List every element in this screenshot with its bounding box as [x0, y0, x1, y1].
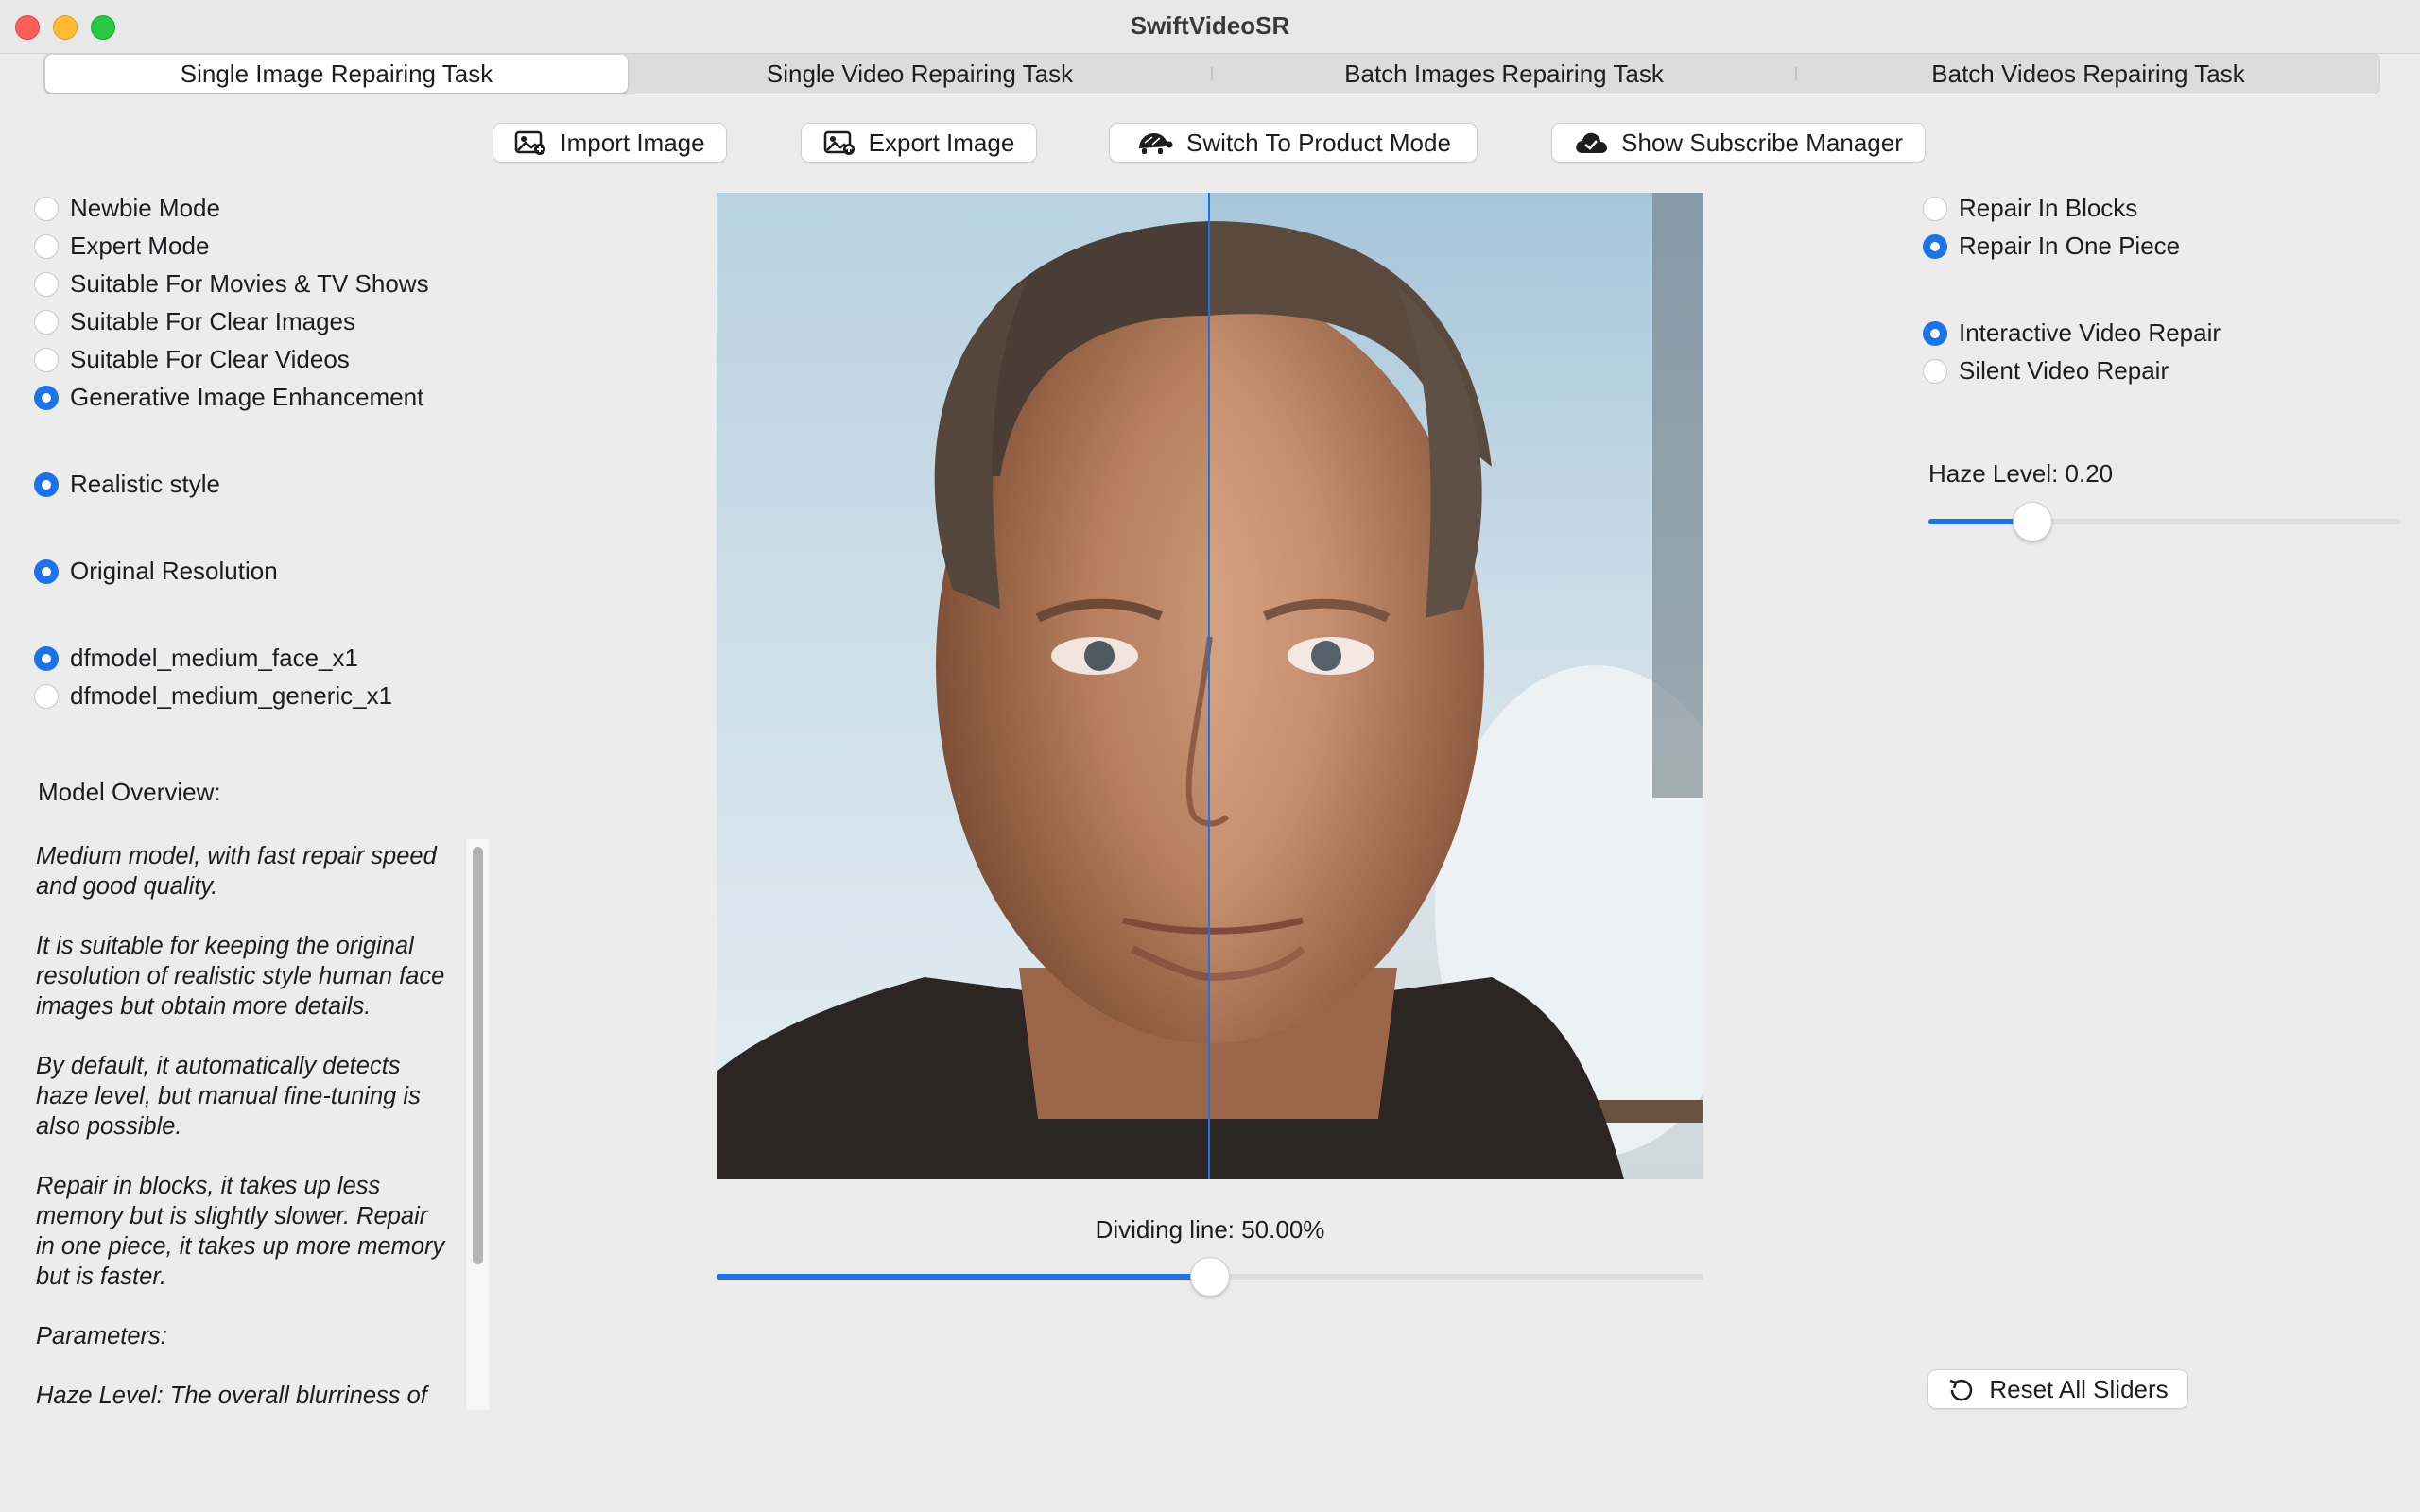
radio-indicator: [1923, 233, 1947, 259]
tab-batch-videos[interactable]: Batch Videos Repairing Task: [1797, 54, 2379, 94]
mode-label: Expert Mode: [70, 232, 210, 260]
repair-method-label: Repair In Blocks: [1959, 194, 2138, 222]
mode-radio-expert[interactable]: Expert Mode: [34, 232, 209, 261]
mode-radio-movies-tv[interactable]: Suitable For Movies & TV Shows: [34, 269, 429, 299]
repair-radio-one-piece[interactable]: Repair In One Piece: [1923, 232, 2180, 261]
radio-indicator: [34, 385, 59, 410]
tortoise-icon: [1139, 133, 1173, 154]
radio-indicator: [1923, 358, 1947, 384]
model-overview-heading: Model Overview:: [38, 778, 221, 806]
portrait-image: [717, 193, 1703, 1179]
mode-radio-newbie[interactable]: Newbie Mode: [34, 194, 220, 223]
mode-label: Newbie Mode: [70, 194, 220, 222]
overview-paragraph: By default, it automatically detects haz…: [36, 1053, 421, 1140]
model-overview-text: Medium model, with fast repair speed and…: [36, 839, 452, 1410]
resolution-radio-original[interactable]: Original Resolution: [34, 557, 278, 586]
overview-scrollbar[interactable]: [465, 839, 489, 1410]
image-export-icon: [823, 130, 855, 155]
switch-mode-label: Switch To Product Mode: [1186, 128, 1451, 157]
radio-indicator: [34, 347, 59, 372]
reset-label: Reset All Sliders: [1989, 1374, 2169, 1403]
switch-to-product-mode-button[interactable]: Switch To Product Mode: [1110, 124, 1477, 162]
style-label: Realistic style: [70, 470, 220, 498]
dividing-line-slider-fill: [717, 1274, 1210, 1280]
radio-indicator: [34, 645, 59, 671]
comparison-dividing-line[interactable]: [1208, 193, 1210, 1179]
model-label: dfmodel_medium_generic_x1: [70, 681, 393, 710]
tab-single-image[interactable]: Single Image Repairing Task: [45, 55, 628, 93]
repair-radio-blocks[interactable]: Repair In Blocks: [1923, 194, 2137, 223]
tab-single-video[interactable]: Single Video Repairing Task: [629, 54, 1211, 94]
haze-level-label: Haze Level: 0.20: [1928, 459, 2114, 488]
mode-label: Suitable For Movies & TV Shows: [70, 269, 429, 298]
window-title: SwiftVideoSR: [1130, 11, 1290, 40]
resolution-label: Original Resolution: [70, 557, 278, 585]
mode-radio-clear-images[interactable]: Suitable For Clear Images: [34, 307, 355, 336]
dividing-line-label: Dividing line: 50.00%: [1095, 1215, 1325, 1244]
dividing-line-slider-knob[interactable]: [1191, 1258, 1229, 1296]
reset-all-sliders-button[interactable]: Reset All Sliders: [1928, 1370, 2187, 1408]
app-window: SwiftVideoSR Single Image Repairing Task…: [0, 0, 2420, 1512]
mode-radio-clear-videos[interactable]: Suitable For Clear Videos: [34, 345, 350, 374]
show-subscribe-manager-button[interactable]: Show Subscribe Manager: [1552, 124, 1925, 162]
mode-label: Suitable For Clear Images: [70, 307, 356, 335]
mode-radio-generative-enhancement[interactable]: Generative Image Enhancement: [34, 383, 424, 412]
mode-label: Generative Image Enhancement: [70, 383, 424, 411]
overview-paragraph: It is suitable for keeping the original …: [36, 933, 445, 1020]
video-repair-radio-silent[interactable]: Silent Video Repair: [1923, 356, 2169, 386]
model-label: dfmodel_medium_face_x1: [70, 644, 358, 672]
export-image-button[interactable]: Export Image: [802, 124, 1036, 162]
export-image-label: Export Image: [868, 128, 1015, 157]
radio-indicator: [34, 558, 59, 584]
style-radio-realistic[interactable]: Realistic style: [34, 470, 220, 499]
radio-indicator: [1923, 320, 1947, 346]
task-tab-bar: Single Image Repairing Task Single Video…: [43, 53, 2380, 94]
title-bar: SwiftVideoSR: [0, 0, 2420, 54]
radio-indicator: [34, 233, 59, 259]
repair-method-label: Repair In One Piece: [1959, 232, 2181, 260]
radio-indicator: [34, 271, 59, 297]
overview-paragraph: Haze Level: The overall blurriness of: [36, 1383, 427, 1409]
radio-indicator: [34, 196, 59, 221]
video-repair-radio-interactive[interactable]: Interactive Video Repair: [1923, 318, 2221, 348]
overview-scroll-thumb[interactable]: [473, 847, 483, 1264]
haze-level-slider-knob[interactable]: [2014, 503, 2051, 541]
radio-indicator: [34, 309, 59, 335]
video-repair-label: Silent Video Repair: [1959, 356, 2169, 385]
import-image-label: Import Image: [560, 128, 705, 157]
radio-indicator: [34, 472, 59, 497]
import-image-button[interactable]: Import Image: [493, 124, 726, 162]
image-comparison-preview[interactable]: [717, 193, 1703, 1179]
reset-arrow-icon: [1949, 1379, 1973, 1401]
tab-batch-images[interactable]: Batch Images Repairing Task: [1213, 54, 1795, 94]
image-import-icon: [515, 130, 546, 155]
haze-level-slider[interactable]: [1928, 519, 2401, 524]
model-radio-generic[interactable]: dfmodel_medium_generic_x1: [34, 681, 392, 711]
subscribe-manager-label: Show Subscribe Manager: [1621, 128, 1903, 157]
overview-paragraph: Parameters:: [36, 1323, 167, 1349]
radio-indicator: [1923, 196, 1947, 221]
overview-paragraph: Medium model, with fast repair speed and…: [36, 843, 437, 900]
model-radio-face[interactable]: dfmodel_medium_face_x1: [34, 644, 358, 673]
cloud-check-icon: [1576, 132, 1608, 153]
overview-paragraph: Repair in blocks, it takes up less memor…: [36, 1173, 445, 1290]
radio-indicator: [34, 683, 59, 709]
mode-label: Suitable For Clear Videos: [70, 345, 350, 373]
video-repair-label: Interactive Video Repair: [1959, 318, 2221, 347]
